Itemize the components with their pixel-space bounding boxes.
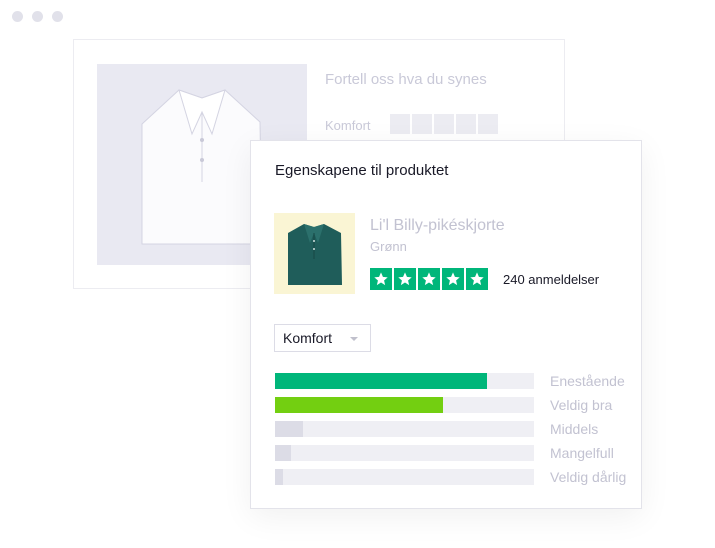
feedback-heading: Fortell oss hva du synes xyxy=(325,71,487,88)
distribution-label: Veldig dårlig xyxy=(550,469,627,485)
distribution-row: Enestående xyxy=(275,369,626,393)
distribution-label: Veldig bra xyxy=(550,397,613,413)
comfort-label: Komfort xyxy=(325,118,371,133)
distribution-row: Mangelfull xyxy=(275,441,626,465)
distribution-label: Mangelfull xyxy=(550,445,614,461)
product-thumbnail xyxy=(274,213,355,294)
distribution-bar-track xyxy=(275,373,534,389)
distribution-bar-fill xyxy=(275,469,283,485)
distribution-row: Middels xyxy=(275,417,626,441)
star-icon xyxy=(466,268,488,290)
product-attributes-card: Egenskapene til produktet Li'l Billy-pik… xyxy=(250,140,642,509)
distribution-bar-fill xyxy=(275,445,291,461)
empty-star-rating[interactable] xyxy=(390,114,498,134)
distribution-bar-track xyxy=(275,445,534,461)
distribution-bar-fill xyxy=(275,397,444,413)
product-name: Li'l Billy-pikéskjorte xyxy=(370,217,505,234)
star-icon xyxy=(442,268,464,290)
star-icon xyxy=(370,268,392,290)
distribution-row: Veldig bra xyxy=(275,393,626,417)
distribution-bar-track xyxy=(275,421,534,437)
distribution-bar-fill xyxy=(275,373,488,389)
empty-star-icon[interactable] xyxy=(434,114,454,134)
chevron-down-icon xyxy=(350,337,358,341)
star-rating: 240 anmeldelser xyxy=(370,268,599,290)
card-title: Egenskapene til produktet xyxy=(275,162,449,179)
window-dot-icon xyxy=(52,11,63,22)
window-dot-icon xyxy=(12,11,23,22)
dropdown-selected-value: Komfort xyxy=(283,330,333,346)
empty-star-icon[interactable] xyxy=(478,114,498,134)
distribution-bar-track xyxy=(275,397,534,413)
empty-star-icon[interactable] xyxy=(390,114,410,134)
window-dot-icon xyxy=(32,11,43,22)
product-variant: Grønn xyxy=(370,239,407,254)
rating-distribution: Enestående Veldig bra Middels Mangelfull Vel… xyxy=(275,369,626,489)
empty-star-icon[interactable] xyxy=(456,114,476,134)
review-count: 240 anmeldelser xyxy=(503,271,600,287)
star-icon xyxy=(394,268,416,290)
attribute-dropdown[interactable]: Komfort xyxy=(274,324,371,352)
distribution-bar-fill xyxy=(275,421,304,437)
distribution-label: Enestående xyxy=(550,373,625,389)
distribution-label: Middels xyxy=(550,421,599,437)
star-icon xyxy=(418,268,440,290)
distribution-row: Veldig dårlig xyxy=(275,465,626,489)
window-controls xyxy=(12,11,63,22)
distribution-bar-track xyxy=(275,469,534,485)
empty-star-icon[interactable] xyxy=(412,114,432,134)
